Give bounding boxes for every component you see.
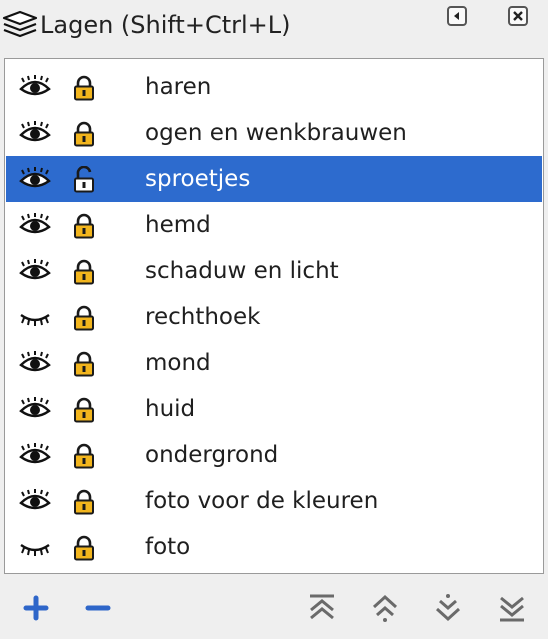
collapse-icon <box>454 12 459 20</box>
layer-row[interactable]: foto voor de kleuren <box>6 478 542 524</box>
visibility-eye-icon[interactable] <box>18 259 52 283</box>
layer-name: mond <box>145 350 211 376</box>
remove-layer-button[interactable] <box>80 590 116 626</box>
visibility-eye-icon[interactable] <box>18 351 52 375</box>
lock-icon[interactable] <box>70 212 98 240</box>
lock-icon[interactable] <box>70 488 98 516</box>
lock-icon[interactable] <box>70 120 98 148</box>
raise-to-top-button[interactable] <box>304 590 340 626</box>
lock-icon[interactable] <box>70 396 98 424</box>
layer-name: ondergrond <box>145 442 279 468</box>
layer-row[interactable]: schaduw en licht <box>6 248 542 294</box>
visibility-eye-icon[interactable] <box>18 167 52 191</box>
layer-toolbar <box>0 584 548 632</box>
add-layer-button[interactable] <box>18 590 54 626</box>
layer-name: foto voor de kleuren <box>145 488 379 514</box>
lock-icon[interactable] <box>70 74 98 102</box>
layer-name: ogen en wenkbrauwen <box>145 120 407 146</box>
layer-row[interactable]: ondergrond <box>6 432 542 478</box>
layer-row[interactable]: rechthoek <box>6 294 542 340</box>
lower-layer-button[interactable] <box>430 590 466 626</box>
lock-icon[interactable] <box>70 534 98 562</box>
lower-layer-icon <box>435 594 461 622</box>
visibility-eye-icon[interactable] <box>18 489 52 513</box>
layers-icon <box>2 10 38 38</box>
visibility-eye-icon[interactable] <box>18 121 52 145</box>
add-layer-icon <box>23 595 49 621</box>
layer-name: sproetjes <box>145 166 251 192</box>
visibility-eye-icon[interactable] <box>18 443 52 467</box>
layer-row[interactable]: huid <box>6 386 542 432</box>
layer-row[interactable]: sproetjes <box>6 156 542 202</box>
lock-icon[interactable] <box>70 442 98 470</box>
collapse-panel-button[interactable] <box>447 6 467 26</box>
layer-name: rechthoek <box>145 304 261 330</box>
layer-name: huid <box>145 396 196 422</box>
raise-layer-button[interactable] <box>367 590 403 626</box>
lock-icon[interactable] <box>70 304 98 332</box>
layer-row[interactable]: hemd <box>6 202 542 248</box>
close-panel-button[interactable] <box>508 6 528 26</box>
lower-to-bottom-button[interactable] <box>494 590 530 626</box>
layer-row[interactable]: ogen en wenkbrauwen <box>6 110 542 156</box>
layer-row[interactable]: foto <box>6 524 542 570</box>
hidden-eye-icon[interactable] <box>18 535 52 559</box>
lock-icon[interactable] <box>70 350 98 378</box>
raise-layer-icon <box>372 594 398 622</box>
remove-layer-icon <box>85 605 111 611</box>
layer-row[interactable]: haren <box>6 64 542 110</box>
lock-icon[interactable] <box>70 258 98 286</box>
layer-list[interactable]: haren ogen en wenkbrauwen sproetjes hemd sch… <box>4 58 544 574</box>
layer-name: schaduw en licht <box>145 258 339 284</box>
hidden-eye-icon[interactable] <box>18 305 52 329</box>
close-icon <box>513 11 523 21</box>
layer-name: foto <box>145 534 191 560</box>
unlock-icon[interactable] <box>70 166 98 194</box>
visibility-eye-icon[interactable] <box>18 75 52 99</box>
layer-row[interactable]: mond <box>6 340 542 386</box>
layer-name: haren <box>145 74 212 100</box>
raise-to-top-icon <box>310 594 334 620</box>
lower-to-bottom-icon <box>500 596 524 622</box>
panel-title: Lagen (Shift+Ctrl+L) <box>40 11 291 39</box>
panel-header: Lagen (Shift+Ctrl+L) <box>0 0 548 52</box>
layer-name: hemd <box>145 212 211 238</box>
visibility-eye-icon[interactable] <box>18 213 52 237</box>
visibility-eye-icon[interactable] <box>18 397 52 421</box>
